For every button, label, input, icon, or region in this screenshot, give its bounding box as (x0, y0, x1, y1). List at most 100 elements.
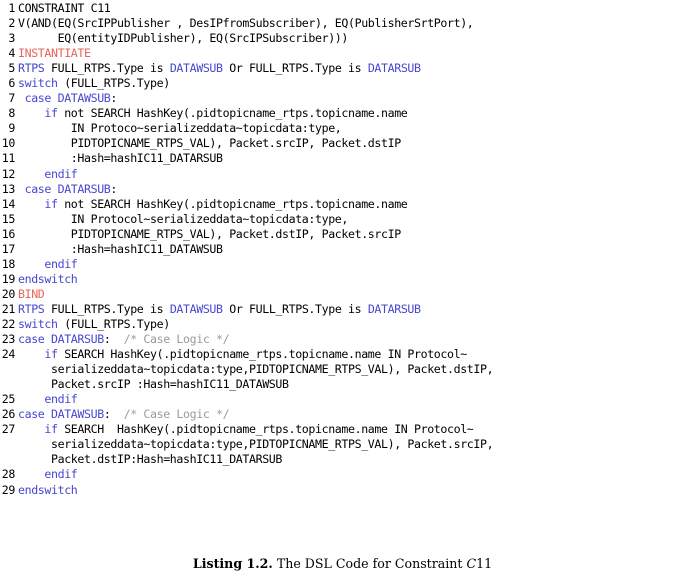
code-token: endif (44, 256, 78, 271)
code-text: endif (15, 167, 77, 182)
code-token: DATARSUB (367, 61, 421, 76)
code-token: /* Case Logic */ (123, 407, 230, 422)
code-line: 18 endif (0, 257, 685, 272)
code-token: Packet.dstIP:Hash=hashIC11_DATARSUB (18, 452, 283, 467)
line-number: 20 (1, 286, 16, 301)
line-number: 4 (8, 46, 15, 61)
line-number: 15 (1, 211, 16, 226)
caption-text-before: The DSL Code for Constraint (272, 556, 467, 571)
code-token: SEARCH HashKey(.pidtopicname_rtps.topicn… (57, 347, 467, 362)
code-token: case DATAWSUB (24, 91, 111, 106)
code-line: 26 case DATAWSUB: /* Case Logic */ (0, 407, 685, 422)
code-token: not SEARCH HashKey(.pidtopicname_rtps.to… (57, 106, 408, 121)
code-token: Or FULL_RTPS.Type is (222, 301, 368, 316)
code-text: case DATARSUB: (15, 181, 118, 197)
code-token: IN Protocol~serializeddata~topicdata:typ… (18, 211, 349, 226)
code-text: EQ(entityIDPublisher), EQ(SrcIPSubscribe… (15, 31, 349, 46)
line-number: 8 (8, 106, 15, 121)
code-line: 16 PIDTOPICNAME_RTPS_VAL), Packet.dstIP,… (0, 227, 685, 242)
code-token: not SEARCH HashKey(.pidtopicname_rtps.to… (57, 196, 408, 211)
code-token: endif (44, 467, 78, 482)
code-listing: 1 CONSTRAINT C11 2 V(AND(EQ(SrcIPPublisher … (0, 0, 685, 571)
code-text: switch (FULL_RTPS.Type) (15, 317, 170, 332)
code-text: if not SEARCH HashKey(.pidtopicname_rtps… (15, 106, 407, 121)
code-token: /* Case Logic */ (123, 332, 230, 347)
code-token: switch (18, 76, 58, 91)
code-lines-container: 1 CONSTRAINT C11 2 V(AND(EQ(SrcIPPublisher … (0, 1, 685, 498)
code-line: 11 :Hash=hashIC11_DATARSUB (0, 151, 685, 166)
code-token: endif (44, 166, 78, 181)
line-number: 28 (1, 467, 16, 482)
line-number: 13 (1, 181, 16, 196)
code-text: endswitch (15, 482, 78, 498)
line-number: 1 (8, 1, 15, 15)
code-token: serializeddata~topicdata:type,PIDTOPICNA… (18, 362, 494, 377)
code-token: :Hash=hashIC11_DATARSUB (18, 151, 223, 166)
code-token: if (44, 422, 58, 437)
code-token: case DATARSUB (24, 181, 111, 196)
code-line: Packet.srcIP :Hash=hashIC11_DATAWSUB (0, 377, 685, 392)
code-text: INSTANTIATE (15, 46, 91, 61)
code-line: 29 endswitch (0, 483, 685, 498)
line-number: 7 (8, 91, 15, 106)
code-line: 14 if not SEARCH HashKey(.pidtopicname_r… (0, 197, 685, 212)
line-number: 27 (1, 422, 16, 437)
code-line: 25 endif (0, 392, 685, 407)
code-line: 2 V(AND(EQ(SrcIPPublisher , DesIPfromSubs… (0, 16, 685, 31)
code-text: case DATAWSUB: /* Case Logic */ (15, 407, 230, 422)
code-token: PIDTOPICNAME_RTPS_VAL), Packet.srcIP, Pa… (18, 136, 401, 151)
code-token: RTPS (18, 61, 45, 76)
code-line: 17 :Hash=hashIC11_DATAWSUB (0, 242, 685, 257)
code-token: Or FULL_RTPS.Type is (222, 61, 368, 76)
code-token: (FULL_RTPS.Type) (57, 76, 170, 91)
code-line: 22 switch (FULL_RTPS.Type) (0, 317, 685, 332)
code-text: endif (15, 467, 77, 482)
code-line: serializeddata~topicdata:type,PIDTOPICNA… (0, 437, 685, 452)
code-text: :Hash=hashIC11_DATAWSUB (15, 242, 223, 257)
code-line: 4 INSTANTIATE (0, 46, 685, 61)
code-token: :Hash=hashIC11_DATAWSUB (18, 241, 223, 256)
line-number: 26 (1, 407, 16, 422)
code-token: : (103, 332, 124, 347)
code-text: BIND (15, 287, 45, 302)
line-number: 23 (1, 332, 16, 347)
code-token: : (103, 407, 124, 422)
code-token: FULL_RTPS.Type is (44, 61, 170, 76)
code-text: Packet.srcIP :Hash=hashIC11_DATAWSUB (15, 377, 289, 392)
code-line: 1 CONSTRAINT C11 (0, 1, 685, 16)
code-text: endswitch (15, 272, 78, 287)
line-number: 29 (1, 482, 16, 497)
line-number: 11 (1, 151, 16, 166)
code-line: 24 if SEARCH HashKey(.pidtopicname_rtps.… (0, 347, 685, 362)
code-token: switch (18, 316, 58, 331)
code-text: IN Protoco~serializeddata~topicdata:type… (15, 121, 342, 136)
line-number: 22 (1, 316, 16, 331)
code-token: INSTANTIATE (18, 46, 91, 61)
code-token: serializeddata~topicdata:type,PIDTOPICNA… (18, 437, 494, 452)
code-token: V(AND(EQ(SrcIPPublisher , DesIPfromSubsc… (18, 16, 474, 31)
code-token: CONSTRAINT C11 (18, 1, 111, 15)
code-text: serializeddata~topicdata:type,PIDTOPICNA… (15, 437, 494, 452)
code-text: case DATARSUB: /* Case Logic */ (15, 332, 230, 347)
code-token: FULL_RTPS.Type is (44, 301, 170, 316)
line-number: 5 (8, 61, 15, 76)
code-token: endswitch (18, 482, 78, 497)
code-line: 6 switch (FULL_RTPS.Type) (0, 76, 685, 91)
code-text: serializeddata~topicdata:type,PIDTOPICNA… (15, 362, 494, 377)
line-number: 10 (1, 136, 16, 151)
line-number: 25 (1, 392, 16, 407)
code-token: Packet.srcIP :Hash=hashIC11_DATAWSUB (18, 377, 289, 392)
code-text: CONSTRAINT C11 (15, 1, 111, 16)
code-token: (FULL_RTPS.Type) (57, 316, 170, 331)
code-line: 12 endif (0, 167, 685, 182)
line-number: 9 (8, 121, 15, 136)
line-number: 19 (1, 271, 16, 286)
code-token: if (44, 347, 58, 362)
code-line: 10 PIDTOPICNAME_RTPS_VAL), Packet.srcIP,… (0, 136, 685, 151)
